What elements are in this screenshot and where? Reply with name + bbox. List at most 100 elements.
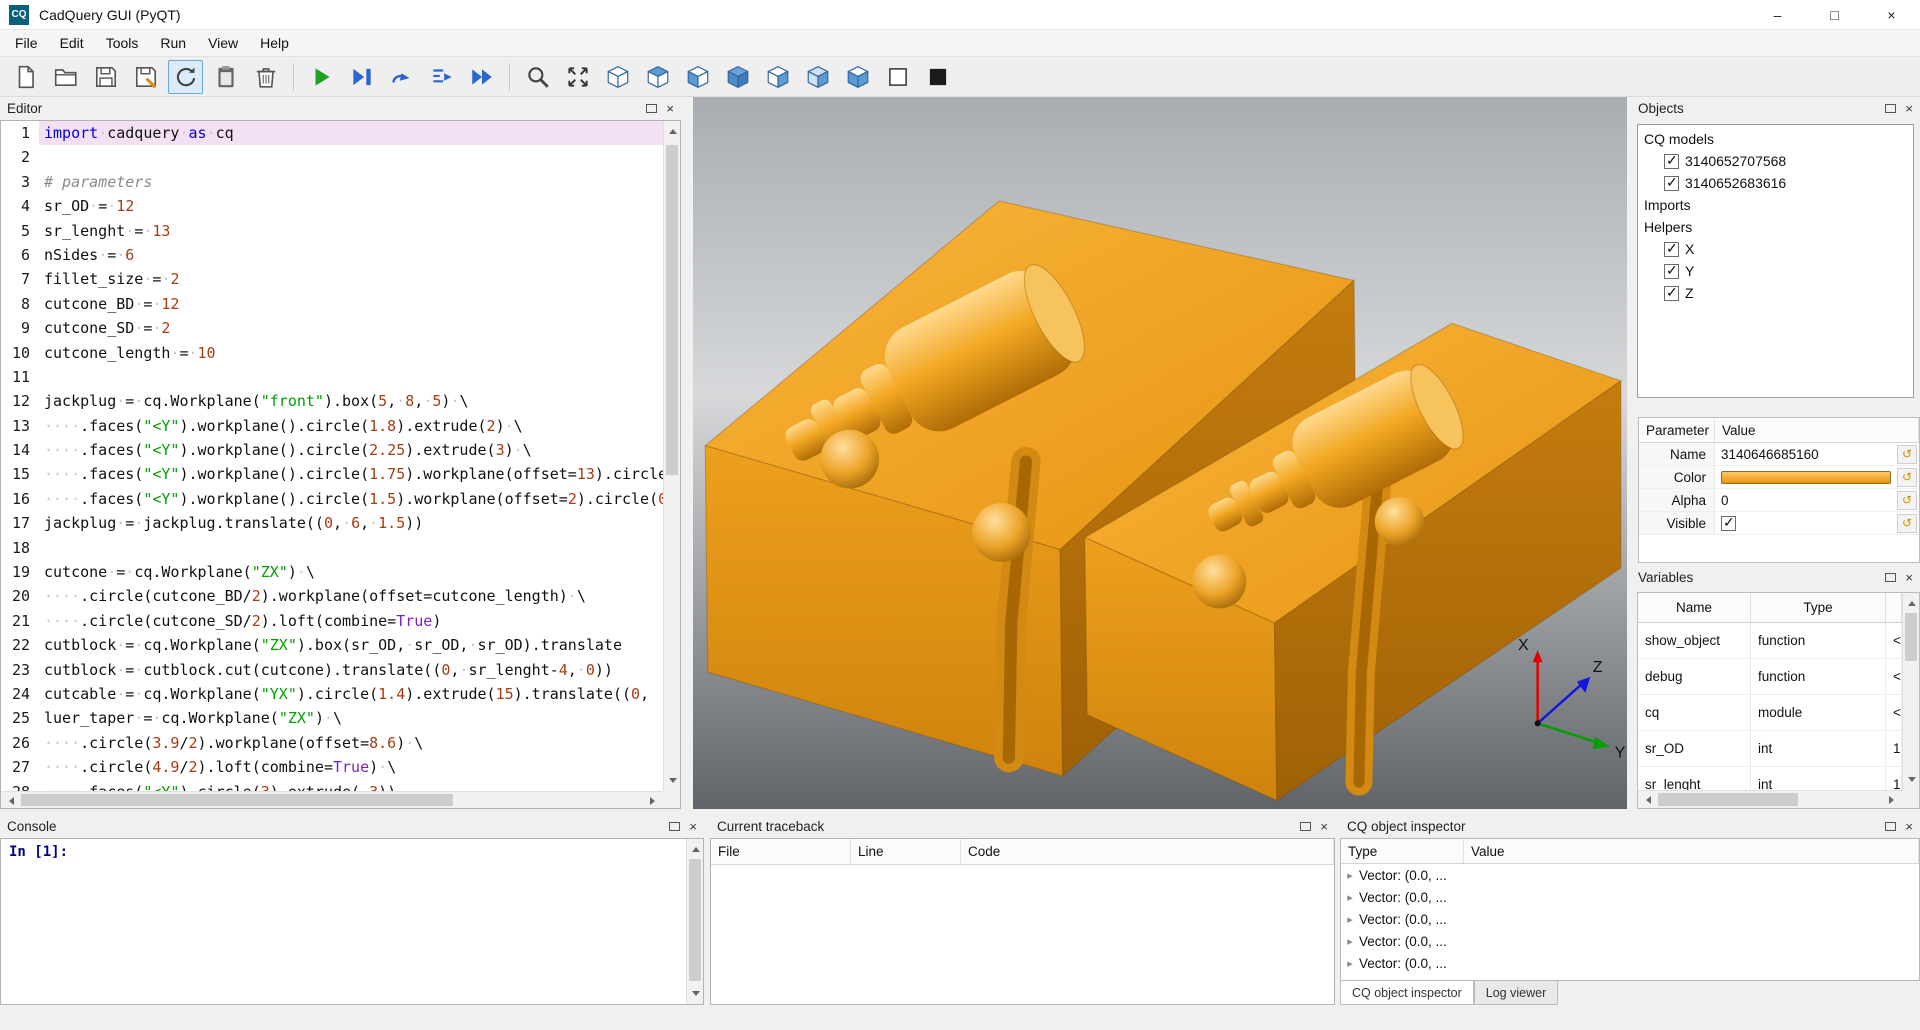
- tab-cq-object-inspector[interactable]: CQ object inspector: [1340, 981, 1474, 1005]
- tree-item-imports[interactable]: Imports: [1638, 194, 1913, 216]
- variable-row-debug[interactable]: debugfunction<f: [1638, 659, 1902, 695]
- traceback-col-file[interactable]: File: [711, 839, 851, 864]
- expand-arrow-icon[interactable]: ▸: [1341, 957, 1359, 970]
- variable-row-sr_OD[interactable]: sr_ODint12: [1638, 731, 1902, 767]
- variables-col-name[interactable]: Name: [1638, 593, 1751, 622]
- checkbox[interactable]: [1664, 154, 1679, 169]
- editor-vertical-scrollbar[interactable]: [663, 121, 680, 791]
- viewport-3d[interactable]: X Z Y: [693, 97, 1627, 809]
- code-line-22[interactable]: 22cutblock·=·cq.Workplane("ZX").box(sr_O…: [1, 633, 663, 657]
- code-line-21[interactable]: 21····.circle(cutcone_SD/2).loft(combine…: [1, 609, 663, 633]
- scrollbar-thumb[interactable]: [689, 859, 701, 981]
- menu-tools[interactable]: Tools: [95, 30, 150, 56]
- close-panel-icon[interactable]: ×: [1320, 820, 1328, 833]
- expand-arrow-icon[interactable]: ▸: [1341, 935, 1359, 948]
- view-front-button[interactable]: [680, 60, 715, 94]
- code-line-23[interactable]: 23cutblock·=·cutblock.cut(cutcone).trans…: [1, 658, 663, 682]
- expand-arrow-icon[interactable]: ▸: [1341, 869, 1359, 882]
- inspector-row[interactable]: ▸Vector: (0.0, ...: [1341, 908, 1919, 930]
- view-bottom-button[interactable]: [840, 60, 875, 94]
- float-panel-icon[interactable]: [1885, 822, 1896, 831]
- run-button[interactable]: [304, 60, 339, 94]
- open-file-button[interactable]: [48, 60, 83, 94]
- code-line-11[interactable]: 11: [1, 365, 663, 389]
- variable-row-sr_lenght[interactable]: sr_lenghtint13: [1638, 767, 1902, 790]
- tree-item-3140652707568[interactable]: 3140652707568: [1638, 150, 1913, 172]
- checkbox[interactable]: [1664, 176, 1679, 191]
- view-top-button[interactable]: [640, 60, 675, 94]
- scrollbar-thumb[interactable]: [666, 145, 678, 475]
- scroll-right-icon[interactable]: [646, 792, 663, 809]
- close-button[interactable]: ×: [1863, 0, 1920, 29]
- variables-col-value[interactable]: [1886, 593, 1902, 622]
- tab-log-viewer[interactable]: Log viewer: [1474, 981, 1558, 1005]
- scrollbar-thumb[interactable]: [21, 794, 453, 806]
- continue-button[interactable]: [464, 60, 499, 94]
- code-line-28[interactable]: 28····.faces("<Y").circle(3).extrude(-3)…: [1, 780, 663, 791]
- save-button[interactable]: [88, 60, 123, 94]
- reset-value-button[interactable]: ↺: [1897, 468, 1917, 487]
- console-vertical-scrollbar[interactable]: [686, 839, 703, 1004]
- float-panel-icon[interactable]: [1885, 104, 1896, 113]
- tree-item-y[interactable]: Y: [1638, 260, 1913, 282]
- view-right-button[interactable]: [760, 60, 795, 94]
- scrollbar-thumb[interactable]: [1905, 613, 1917, 661]
- scroll-up-icon[interactable]: [1903, 593, 1920, 610]
- property-value[interactable]: [1715, 471, 1895, 484]
- inspector-row[interactable]: ▸Vector: (0.0, ...: [1341, 886, 1919, 908]
- code-line-9[interactable]: 9cutcone_SD·=·2: [1, 316, 663, 340]
- code-line-16[interactable]: 16····.faces("<Y").workplane().circle(1.…: [1, 487, 663, 511]
- copy-to-clipboard-button[interactable]: [208, 60, 243, 94]
- tree-item-cq-models[interactable]: CQ models: [1638, 128, 1913, 150]
- editor-panel-title[interactable]: Editor ×: [0, 97, 681, 120]
- code-line-12[interactable]: 12jackplug·=·cq.Workplane("front").box(5…: [1, 389, 663, 413]
- scroll-left-icon[interactable]: [1638, 791, 1655, 808]
- reset-value-button[interactable]: ↺: [1897, 491, 1917, 510]
- delete-button[interactable]: [248, 60, 283, 94]
- variable-row-cq[interactable]: cqmodule<m: [1638, 695, 1902, 731]
- float-panel-icon[interactable]: [646, 104, 657, 113]
- menu-run[interactable]: Run: [149, 30, 197, 56]
- reset-value-button[interactable]: ↺: [1897, 514, 1917, 533]
- traceback-col-line[interactable]: Line: [851, 839, 961, 864]
- menu-edit[interactable]: Edit: [49, 30, 95, 56]
- code-editor[interactable]: 1import·cadquery·as·cq23# parameters4sr_…: [1, 121, 663, 791]
- objects-panel-title[interactable]: Objects ×: [1631, 97, 1920, 120]
- color-swatch[interactable]: [1721, 471, 1891, 484]
- wireframe-button[interactable]: [880, 60, 915, 94]
- variables-col-type[interactable]: Type: [1751, 593, 1886, 622]
- properties-col-parameter[interactable]: Parameter: [1639, 418, 1715, 442]
- code-line-24[interactable]: 24cutcable·=·cq.Workplane("YX").circle(1…: [1, 682, 663, 706]
- property-value[interactable]: [1715, 516, 1895, 531]
- code-line-5[interactable]: 5sr_lenght·=·13: [1, 219, 663, 243]
- view-back-button[interactable]: [800, 60, 835, 94]
- close-panel-icon[interactable]: ×: [666, 102, 674, 115]
- title-bar[interactable]: CQ CadQuery GUI (PyQT) – □ ×: [0, 0, 1920, 30]
- console-frame[interactable]: In [1]:: [0, 838, 704, 1005]
- float-panel-icon[interactable]: [1885, 573, 1896, 582]
- inspector-panel-title[interactable]: CQ object inspector ×: [1340, 815, 1920, 838]
- checkbox[interactable]: [1664, 242, 1679, 257]
- close-panel-icon[interactable]: ×: [1905, 820, 1913, 833]
- code-line-8[interactable]: 8cutcone_BD·=·12: [1, 292, 663, 316]
- maximize-button[interactable]: □: [1806, 0, 1863, 29]
- code-line-25[interactable]: 25luer_taper·=·cq.Workplane("ZX")·\: [1, 706, 663, 730]
- code-line-4[interactable]: 4sr_OD·=·12: [1, 194, 663, 218]
- inspector-col-type[interactable]: Type: [1341, 839, 1464, 863]
- inspector-col-value[interactable]: Value: [1464, 839, 1919, 863]
- scrollbar-thumb[interactable]: [1658, 793, 1798, 806]
- close-panel-icon[interactable]: ×: [1905, 102, 1913, 115]
- scroll-right-icon[interactable]: [1885, 791, 1902, 808]
- checkbox[interactable]: [1664, 286, 1679, 301]
- code-line-10[interactable]: 10cutcone_length·=·10: [1, 341, 663, 365]
- float-panel-icon[interactable]: [669, 822, 680, 831]
- variables-panel-title[interactable]: Variables ×: [1631, 566, 1920, 589]
- variable-row-show_object[interactable]: show_objectfunction<f: [1638, 623, 1902, 659]
- code-line-17[interactable]: 17jackplug·=·jackplug.translate((0,·6,·1…: [1, 511, 663, 535]
- tree-item-helpers[interactable]: Helpers: [1638, 216, 1913, 238]
- traceback-col-code[interactable]: Code: [961, 839, 1334, 864]
- tree-item-x[interactable]: X: [1638, 238, 1913, 260]
- step-in-button[interactable]: [424, 60, 459, 94]
- code-line-14[interactable]: 14····.faces("<Y").workplane().circle(2.…: [1, 438, 663, 462]
- new-file-button[interactable]: [8, 60, 43, 94]
